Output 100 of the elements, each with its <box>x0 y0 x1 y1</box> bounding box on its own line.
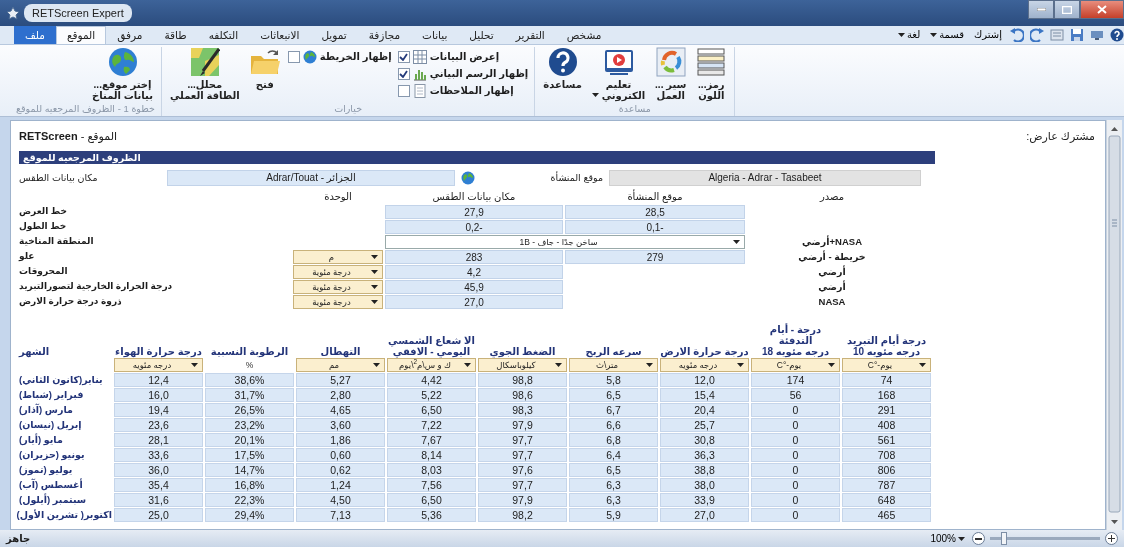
ribbon-button[interactable]: فتح <box>247 47 282 90</box>
row-label: خط العرض <box>19 205 68 219</box>
maximize-button[interactable] <box>1054 0 1080 19</box>
table-cell: 12,0 <box>660 373 749 387</box>
ribbon-tab[interactable]: التقرير <box>504 26 556 44</box>
zoom-in-button[interactable] <box>1105 532 1118 545</box>
unit-dropdown[interactable]: يوم-°C <box>842 358 931 372</box>
globe-icon <box>302 49 317 64</box>
undo-icon[interactable] <box>1010 27 1024 42</box>
table-cell: 12,4 <box>114 373 203 387</box>
checkbox-label[interactable]: إعرض البيانات <box>429 49 500 64</box>
dropdown[interactable]: درجة مئوية <box>293 295 383 309</box>
minimize-icon <box>1036 8 1046 11</box>
caret-icon <box>591 93 599 98</box>
ribbon-button[interactable]: إختر موقع... بيانات المناخ <box>90 47 155 101</box>
ribbon-tab[interactable]: الموقع <box>56 26 107 44</box>
ribbon-tab[interactable]: مجازفة <box>357 26 412 44</box>
minimize-button[interactable] <box>1028 0 1054 19</box>
ribbon-button[interactable]: تعليم الكتروني <box>589 47 648 101</box>
ribbon-button[interactable]: سير ... العمل <box>653 47 689 101</box>
ribbon-tab[interactable]: بيانات <box>411 26 459 44</box>
table-cell: 98,6 <box>478 388 567 402</box>
video-icon <box>603 47 634 77</box>
dropdown[interactable]: م <box>293 250 383 264</box>
table-cell: 0 <box>751 478 840 492</box>
column-header: مكان بيانات الطقس <box>431 190 517 204</box>
ribbon-tab[interactable]: التكلفه <box>197 26 250 44</box>
value-cell: 279 <box>565 250 745 264</box>
table-cell: 7,22 <box>387 418 476 432</box>
slider-thumb[interactable] <box>1001 532 1008 545</box>
table-cell: 408 <box>842 418 931 432</box>
checkbox[interactable] <box>397 84 410 97</box>
group-label: خطوة 1 - الظروف المرجعيه للموقع <box>16 102 155 116</box>
weather-location-field[interactable]: Adrar/Touat - الجزائر <box>167 170 455 186</box>
table-cell: 36,0 <box>114 463 203 477</box>
unit-dropdown[interactable]: مم <box>296 358 385 372</box>
ribbon-tab[interactable]: مرفق <box>106 26 154 44</box>
unit-dropdown[interactable]: درجه مئويه <box>114 358 203 372</box>
dropdown[interactable]: درجة مئوية <box>293 265 383 279</box>
table-cell: 648 <box>842 493 931 507</box>
table-cell: 29,4% <box>205 508 294 522</box>
source-text: أرضي <box>817 280 847 294</box>
checkbox-label[interactable]: إظهار الملاحظات <box>429 83 514 98</box>
checkbox[interactable] <box>397 67 410 80</box>
unit-dropdown[interactable]: يوم-°C <box>751 358 840 372</box>
unit-dropdown[interactable]: درجه مئويه <box>660 358 749 372</box>
checkbox-label[interactable]: إظهار الخريطة <box>319 49 392 64</box>
save-icon[interactable] <box>1070 27 1084 42</box>
ribbon-tab[interactable]: تمويل <box>310 26 358 44</box>
ribbon-button[interactable]: رمز... اللون <box>694 47 729 101</box>
table-cell: 31,7% <box>205 388 294 402</box>
unit-label: % <box>244 359 255 372</box>
facility-location-field[interactable]: Algeria - Adrar - Tasabeet <box>609 170 921 186</box>
caret-icon <box>371 300 378 304</box>
dropdown[interactable]: ساخن جدًا - جاف - 1B <box>385 235 745 249</box>
ribbon-tab[interactable]: الانبعاثات <box>249 26 311 44</box>
table-cell: 168 <box>842 388 931 402</box>
unit-dropdown[interactable]: كيلوباسكال <box>478 358 567 372</box>
help-icon[interactable] <box>1110 27 1124 42</box>
close-button[interactable] <box>1080 0 1124 19</box>
table-cell: 6,8 <box>569 433 658 447</box>
globe-icon <box>107 47 138 77</box>
table-cell: 787 <box>842 478 931 492</box>
value-cell: -0,1 <box>565 220 745 234</box>
ribbon-tab[interactable]: تحليل <box>458 26 505 44</box>
toolbar-menu[interactable]: قسمة <box>928 27 967 42</box>
checkbox-label[interactable]: إظهار الرسم البياني <box>429 66 529 81</box>
table-cell: 5,9 <box>569 508 658 522</box>
file-tab[interactable]: ملف <box>14 26 56 44</box>
table-cell: 14,7% <box>205 463 294 477</box>
ribbon-button[interactable]: محلل... الطاقة العملي <box>167 47 242 101</box>
ribbon-tab[interactable]: مشخص <box>555 26 613 44</box>
redo-icon[interactable] <box>1030 27 1044 42</box>
table-cell: 6,3 <box>569 478 658 492</box>
help-icon <box>547 47 578 77</box>
value-cell: 4,2 <box>385 265 563 279</box>
row-label: ذروة درجة حرارة الارض <box>19 295 123 309</box>
zoom-menu[interactable]: 100% <box>928 531 967 546</box>
source-text: NASA <box>817 295 847 309</box>
table-cell: 25,0 <box>114 508 203 522</box>
table-cell: 23,2% <box>205 418 294 432</box>
zoom-out-button[interactable] <box>972 532 985 545</box>
caret-icon <box>958 536 965 541</box>
minus-icon <box>975 537 982 540</box>
unit-dropdown[interactable]: متر\ث <box>569 358 658 372</box>
month-label: اكتوبر( تشرين الأول) <box>19 508 112 522</box>
checkbox[interactable] <box>287 50 300 63</box>
section-header: الظروف المرجعيه للموقع <box>19 151 935 164</box>
caret-icon <box>371 255 378 259</box>
ribbon-tab[interactable]: طاقة <box>153 26 198 44</box>
dropdown[interactable]: درجة مئوية <box>293 280 383 294</box>
table-cell: 7,56 <box>387 478 476 492</box>
toolbar-menu[interactable]: لغة <box>896 27 923 42</box>
caret-icon <box>371 270 378 274</box>
value-cell: 27,0 <box>385 295 563 309</box>
table-cell: 0,62 <box>296 463 385 477</box>
globe-icon[interactable] <box>461 171 475 185</box>
checkbox[interactable] <box>397 50 410 63</box>
toolbar-menu[interactable]: إشترك <box>972 27 1004 42</box>
ribbon-button[interactable]: مساعدة <box>541 47 584 90</box>
